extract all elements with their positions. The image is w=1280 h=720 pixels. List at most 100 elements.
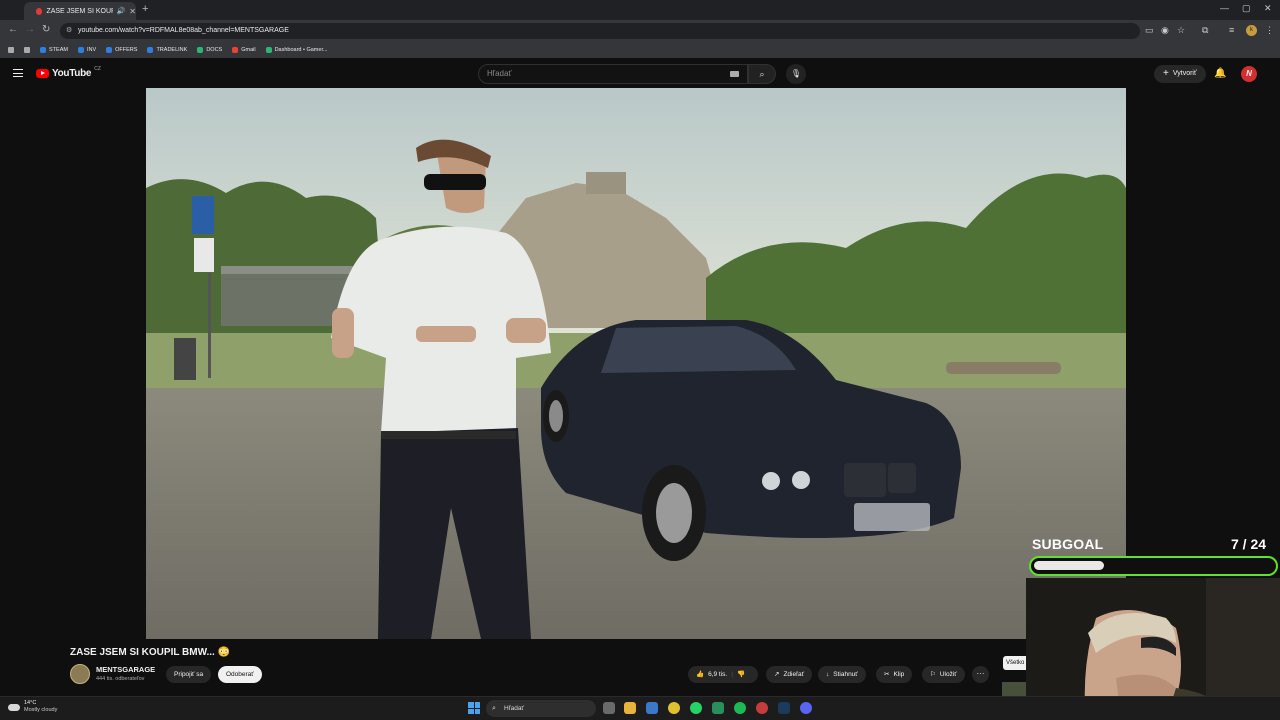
youtube-logo[interactable]: YouTube CZ	[36, 66, 101, 79]
media-controls-icon[interactable]: ≡	[1229, 25, 1234, 35]
grid-icon	[24, 47, 30, 53]
store-icon[interactable]	[646, 702, 658, 714]
temperature: 14°C	[24, 700, 37, 706]
clip-button[interactable]: ✂ Klip	[876, 666, 913, 683]
bookmark-inv[interactable]: INV	[77, 47, 97, 53]
like-dislike-group: 👍 6,9 tis. | 👎	[688, 666, 758, 683]
bookmark-docs[interactable]: DOCS	[197, 47, 222, 53]
whatsapp-icon[interactable]	[690, 702, 702, 714]
close-window-button[interactable]: ✕	[1264, 3, 1272, 14]
bookmark-label: Gmail	[241, 47, 256, 53]
youtube-favicon-icon	[36, 7, 43, 15]
recommended-thumbnail[interactable]	[1002, 682, 1028, 696]
steam-icon	[106, 47, 113, 53]
forward-arrow-icon[interactable]: →	[25, 24, 35, 35]
chrome-icon[interactable]	[668, 702, 680, 714]
scissors-icon: ✂	[884, 671, 890, 678]
task-view-icon[interactable]	[603, 702, 615, 714]
like-count[interactable]: 6,9 tis.	[708, 666, 727, 683]
divider: |	[731, 671, 733, 678]
weather-condition: Mostly cloudy	[24, 707, 58, 713]
save-button[interactable]: ⚐ Uložiť	[922, 666, 965, 683]
new-tab-button[interactable]: +	[142, 3, 148, 15]
url-field[interactable]: ⚙ youtube.com/watch?v=RDFMAL8e08ab_chann…	[60, 23, 1140, 39]
search-button[interactable]: ⌕	[748, 64, 776, 84]
subscribe-label: Odoberať	[226, 671, 254, 678]
address-bar-row: ← → ↻ ⚙ youtube.com/watch?v=RDFMAL8e08ab…	[0, 20, 1280, 42]
bookmark-label: DOCS	[206, 47, 223, 53]
browser-tab[interactable]: ZASE JSEM SI KOUPIL BMW... 🔊 ✕	[24, 2, 136, 20]
back-arrow-icon[interactable]: ←	[8, 24, 18, 35]
channel-subscribers: 444 tis. odberateľov	[96, 676, 145, 682]
steam-icon	[147, 47, 154, 53]
subgoal-label: SUBGOAL	[1032, 536, 1104, 552]
discord-icon[interactable]	[800, 702, 812, 714]
eye-off-icon[interactable]: ◉	[1161, 25, 1169, 36]
download-label: Stiahnuť	[833, 671, 858, 678]
bookmark-gmail[interactable]: Gmail	[232, 47, 256, 53]
bookmark-star-icon[interactable]: ☆	[1177, 25, 1185, 36]
windows-taskbar: 14°C Mostly cloudy ⌕ Hľadať	[0, 696, 1280, 720]
video-player[interactable]	[146, 88, 1126, 639]
apps-icon	[8, 47, 14, 53]
subscribe-button[interactable]: Odoberať	[218, 666, 262, 683]
search-icon: ⌕	[759, 69, 765, 79]
channel-avatar[interactable]	[70, 664, 90, 684]
youtube-play-icon	[36, 69, 49, 78]
docs-icon	[197, 47, 204, 53]
tab-title: ZASE JSEM SI KOUPIL BMW...	[46, 7, 112, 15]
search-input[interactable]: Hľadať	[478, 64, 748, 84]
join-button[interactable]: Pripojiť sa	[166, 666, 212, 683]
search-icon: ⌕	[492, 705, 496, 712]
thumbs-down-icon[interactable]: 👎	[737, 666, 745, 683]
bookmark-steam[interactable]: STEAM	[40, 47, 68, 53]
share-button[interactable]: ↗ Zdieľať	[766, 666, 813, 683]
subgoal-count: 7 / 24	[1231, 536, 1267, 552]
notifications-bell-icon[interactable]: 🔔	[1214, 68, 1226, 79]
bookmark-grid[interactable]	[24, 47, 30, 53]
reload-icon[interactable]: ↻	[42, 24, 50, 35]
more-actions-button[interactable]: ···	[972, 666, 989, 683]
cast-icon[interactable]: ▭	[1145, 25, 1154, 36]
youtube-wordmark: YouTube	[52, 68, 92, 79]
search-placeholder: Hľadať	[487, 69, 512, 78]
sheets-icon[interactable]	[712, 702, 724, 714]
menu-hamburger-icon[interactable]	[13, 69, 23, 77]
video-title: ZASE JSEM SI KOUPIL BMW... 😳	[70, 647, 231, 658]
bookmark-label: OFFERS	[115, 47, 138, 53]
account-avatar[interactable]: N	[1241, 66, 1257, 82]
browser-profile-avatar[interactable]: k	[1246, 25, 1257, 36]
bookmark-label: TRADELINK	[156, 47, 188, 53]
app-icon[interactable]	[756, 702, 768, 714]
audio-icon[interactable]: 🔊	[117, 7, 126, 15]
save-label: Uložiť	[939, 671, 957, 678]
windows-start-icon[interactable]	[468, 702, 480, 714]
taskbar-search[interactable]: ⌕ Hľadať	[486, 700, 596, 717]
weather-widget[interactable]: 14°C Mostly cloudy	[8, 700, 57, 714]
download-icon: ↓	[826, 671, 830, 678]
spotify-icon[interactable]	[734, 702, 746, 714]
bookmark-label: INV	[86, 47, 97, 53]
join-label: Pripojiť sa	[174, 671, 204, 678]
site-info-icon[interactable]: ⚙	[66, 23, 72, 39]
file-explorer-icon[interactable]	[624, 702, 636, 714]
download-button[interactable]: ↓ Stiahnuť	[818, 666, 866, 683]
keyboard-icon[interactable]	[730, 71, 739, 77]
bookmark-apps[interactable]	[8, 47, 14, 53]
tab-close-icon[interactable]: ✕	[129, 7, 136, 16]
create-button[interactable]: + Vytvoriť	[1154, 65, 1206, 83]
thumbs-up-icon[interactable]: 👍	[696, 666, 704, 683]
extensions-icon[interactable]: ⧉	[1202, 25, 1208, 36]
browser-tab-bar: ZASE JSEM SI KOUPIL BMW... 🔊 ✕ + — ▢ ✕	[0, 0, 1280, 20]
bookmark-offers[interactable]: OFFERS	[106, 47, 137, 53]
browser-menu-icon[interactable]: ⋮	[1265, 25, 1274, 36]
bookmark-dashboard[interactable]: Dashboard • Gamer...	[265, 47, 328, 53]
voice-search-button[interactable]: 🎙	[786, 64, 806, 84]
bookmark-tradelink[interactable]: TRADELINK	[147, 47, 187, 53]
maximize-button[interactable]: ▢	[1242, 3, 1251, 14]
minimize-button[interactable]: —	[1220, 3, 1229, 13]
share-icon: ↗	[774, 671, 780, 678]
bookmark-label: STEAM	[49, 47, 68, 53]
channel-name[interactable]: MENTSGARAGE	[96, 665, 155, 674]
steam-icon[interactable]	[778, 702, 790, 714]
